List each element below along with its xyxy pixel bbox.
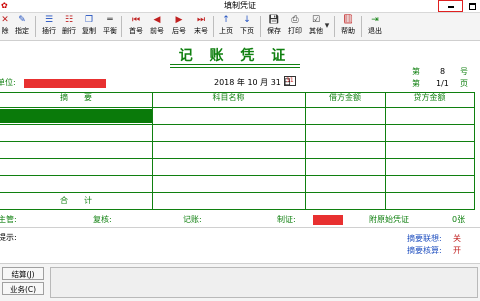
unit-redacted [24, 79, 106, 88]
toolbar-separator [121, 16, 122, 37]
restore-icon[interactable] [467, 2, 477, 10]
page-suffix: 页 [460, 79, 468, 88]
summary-check-label: 摘要核算: [407, 246, 442, 255]
window-title: 填制凭证 [224, 1, 256, 10]
column-debit: 借方金额 [329, 93, 361, 102]
toolbar-separator [361, 16, 362, 37]
page-number: 1/1 [436, 79, 449, 88]
maker-redacted [313, 215, 343, 225]
attachments-label: 附原始凭证 [369, 215, 409, 224]
summary-check-value[interactable]: 开 [453, 246, 461, 256]
summary-link-value[interactable]: 关 [453, 234, 461, 244]
summary-link-label: 摘要联想: [407, 234, 442, 243]
title-bar: ✿ 填制凭证 [0, 0, 480, 13]
info-panel [50, 267, 478, 298]
voucher-number: 8 [440, 67, 446, 76]
divider [0, 227, 480, 228]
reviewer-label: 复核: [93, 215, 112, 224]
bookkeeper-label: 记账: [183, 215, 202, 224]
last-icon: ⏭ [196, 15, 206, 25]
assign-icon: ✎ [18, 15, 26, 25]
toolbar-separator [260, 16, 261, 37]
voucher-title-underline [170, 64, 300, 68]
last-button[interactable]: ⏭ 末号 [189, 14, 213, 39]
page-label: 第 [412, 79, 420, 88]
selected-summary-cell[interactable] [0, 109, 152, 123]
toolbar-separator [35, 16, 36, 37]
business-button[interactable]: 业务(C) [2, 282, 44, 295]
number-suffix: 号 [460, 67, 468, 76]
balance-icon: ═ [107, 15, 113, 25]
help-icon: 📕︎ [342, 15, 354, 25]
next-icon: ▶ [175, 15, 183, 25]
maker-label: 制证: [277, 215, 296, 224]
column-account: 科目名称 [212, 93, 245, 102]
help-button[interactable]: 📕︎ 帮助 [336, 14, 360, 39]
exit-icon: ⇥ [371, 15, 379, 25]
column-credit: 贷方金额 [413, 93, 446, 102]
previous-button[interactable]: ◀ 前号 [145, 14, 169, 39]
toolbar: ✕ 除 ✎ 指定 ☰ 插行 ☷ 删行 ❐ 复制 ═ 平衡 ⏮ 首号 ◀ 前号 ▶… [0, 13, 480, 41]
voucher-date[interactable]: 2018 年 10 月 31 日 [214, 78, 291, 88]
toolbar-separator [334, 16, 335, 37]
previous-icon: ◀ [153, 15, 161, 25]
dropdown-arrow-icon: ▾ [324, 21, 330, 31]
assign-button[interactable]: ✎ 指定 [10, 14, 34, 39]
exit-button[interactable]: ⇥ 退出 [363, 14, 387, 39]
next-button[interactable]: ▶ 后号 [167, 14, 191, 39]
attachments-count: 0张 [452, 215, 466, 224]
unit-label: 单位: [0, 78, 16, 87]
prompt-label: 提示: [0, 233, 17, 242]
page-down-icon: ↓ [243, 15, 251, 25]
supervisor-label: 主管: [0, 215, 17, 224]
balance-button[interactable]: ═ 平衡 [98, 14, 122, 39]
page-down-button[interactable]: ↓ 下页 [235, 14, 259, 39]
column-summary: 摘 要 [60, 93, 92, 102]
total-label: 合 计 [60, 196, 92, 205]
settle-button[interactable]: 结算(J) [2, 267, 44, 280]
number-label: 第 [412, 67, 420, 76]
voucher-table: 摘 要 科目名称 借方金额 贷方金额 合 计 [0, 92, 475, 210]
calendar-icon[interactable]: 31 [284, 76, 296, 86]
other-dropdown[interactable]: ▾ [322, 14, 332, 39]
voucher-title: 记 账 凭 证 [178, 48, 292, 64]
minimize-icon[interactable] [446, 2, 456, 10]
